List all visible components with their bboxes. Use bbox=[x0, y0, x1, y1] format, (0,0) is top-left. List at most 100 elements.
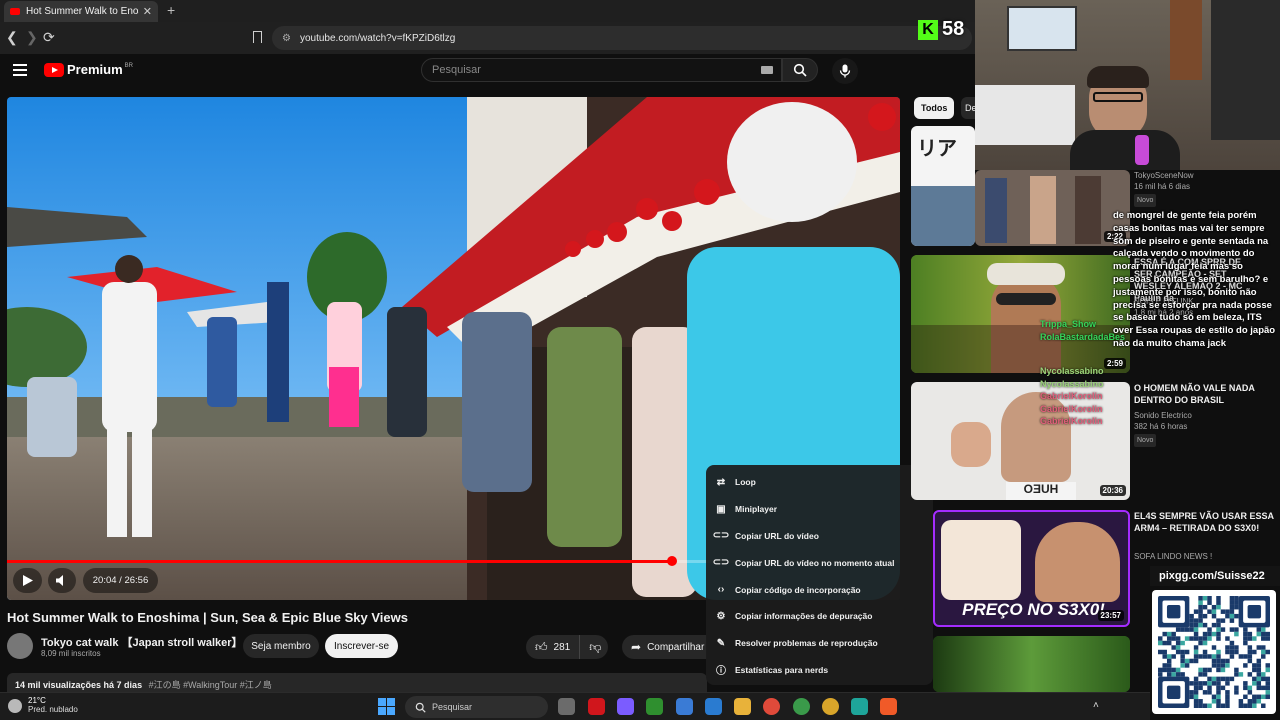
like-button[interactable]: 👍︎ 281 bbox=[526, 635, 579, 659]
context-menu-item[interactable]: ⊂⊃ Copiar URL do vídeo no momento atual bbox=[706, 549, 933, 576]
file-explorer-icon[interactable] bbox=[734, 698, 751, 715]
context-menu-label: Copiar informações de depuração bbox=[735, 611, 873, 622]
rec-thumbnail-5[interactable] bbox=[933, 636, 1130, 692]
miniplayer-icon: ▣ bbox=[716, 503, 726, 515]
keyboard-icon[interactable] bbox=[761, 66, 773, 74]
youtube-play-icon bbox=[44, 62, 64, 77]
chat-message-overlay: de mongrel de gente feia porém casas bon… bbox=[1113, 210, 1276, 349]
context-menu-item[interactable]: ⚙ Copiar informações de depuração bbox=[706, 603, 933, 630]
rec-title-3[interactable]: O HOMEM NÃO VALE NADA DENTRO DO BRASIL bbox=[1134, 382, 1274, 406]
task-view-icon[interactable] bbox=[558, 698, 575, 715]
app-icon-v[interactable] bbox=[617, 698, 634, 715]
rec-thumbnail-1[interactable]: リア bbox=[911, 126, 975, 246]
app-icon-teal[interactable] bbox=[851, 698, 868, 715]
dislike-button[interactable]: 👎︎ bbox=[579, 635, 610, 659]
context-menu-item[interactable]: ▣ Miniplayer bbox=[706, 496, 933, 523]
chrome-canary-icon[interactable] bbox=[822, 698, 839, 715]
browser-tab[interactable]: Hot Summer Walk to Enoshima | ✕ bbox=[4, 1, 158, 22]
rec-meta-1: TokyoSceneNow 16 mil há 6 dias Novo bbox=[1134, 170, 1194, 207]
search-placeholder: Pesquisar bbox=[432, 64, 481, 76]
cloud-icon bbox=[8, 698, 22, 713]
context-menu-item[interactable]: ⊂⊃ Copiar URL do vídeo bbox=[706, 523, 933, 550]
link-icon: ⊂⊃ bbox=[712, 530, 730, 542]
rec-title-4[interactable]: EL4S SEMPRE VÃO USAR ESSA ARM4 – RETIRAD… bbox=[1134, 510, 1274, 534]
chrome-icon[interactable] bbox=[763, 698, 780, 715]
subscriber-count: 8,09 mil inscritos bbox=[41, 649, 101, 658]
tab-title: Hot Summer Walk to Enoshima | bbox=[26, 6, 139, 17]
search-button[interactable] bbox=[782, 58, 818, 82]
rec-duration-3: 20:36 bbox=[1099, 485, 1126, 496]
chip-all[interactable]: Todos bbox=[914, 97, 955, 119]
start-icon[interactable] bbox=[378, 698, 395, 715]
progress-fill bbox=[7, 560, 673, 563]
window-app-icon[interactable] bbox=[705, 698, 722, 715]
rec-stats-3: 382 há 6 horas bbox=[1134, 422, 1188, 431]
volume-icon bbox=[56, 575, 63, 586]
browser-address-bar: ❮ ❯ ⟳ ⚙ youtube.com/watch?v=fKPZiD6tlzg bbox=[0, 22, 975, 54]
rec-channel-3: Sonido Electrico bbox=[1134, 411, 1192, 420]
context-menu-item[interactable]: ✎ Resolver problemas de reprodução bbox=[706, 630, 933, 657]
taskbar-search-label: Pesquisar bbox=[432, 702, 473, 712]
subscribe-button[interactable]: Inscrever-se bbox=[325, 634, 398, 658]
share-button[interactable]: ➦ Compartilhar bbox=[622, 635, 707, 659]
tray-chevron-icon[interactable]: ˄ bbox=[1093, 700, 1099, 711]
context-menu-label: Miniplayer bbox=[735, 504, 778, 515]
chat-username: Nycolassabino bbox=[1040, 378, 1104, 389]
channel-name[interactable]: Tokyo cat walk 【Japan stroll walker】 bbox=[41, 634, 243, 650]
logo-text: Premium bbox=[67, 62, 123, 77]
rec-thumbnail-4[interactable]: PREÇO NO S3X0! 23:57 bbox=[933, 510, 1130, 627]
chat-username: GabrielKorolin bbox=[1040, 416, 1103, 426]
join-button[interactable]: Seja membro bbox=[243, 634, 319, 658]
rec-meta-4: SOFA LINDO NEWS ! bbox=[1134, 551, 1212, 562]
channel-avatar[interactable] bbox=[7, 633, 33, 659]
context-menu-label: Loop bbox=[735, 477, 756, 488]
search-input[interactable]: Pesquisar bbox=[421, 58, 782, 82]
bookmark-icon[interactable] bbox=[253, 31, 262, 43]
calculator-icon[interactable] bbox=[676, 698, 693, 715]
description-box[interactable]: 14 mil visualizações há 7 dias #江の島 #Wal… bbox=[7, 673, 707, 693]
tab-close-icon[interactable]: ✕ bbox=[143, 5, 152, 18]
context-menu-item[interactable]: ⓘ Estatísticas para nerds bbox=[706, 657, 933, 684]
rec-thumbnail-1b[interactable]: 2:22 bbox=[975, 170, 1130, 246]
like-count: 281 bbox=[553, 641, 571, 653]
thumbs-down-icon: 👎︎ bbox=[589, 639, 602, 654]
chat-username: RolaBastardadaBes bbox=[1040, 331, 1126, 342]
play-icon bbox=[22, 575, 33, 586]
context-menu-label: Estatísticas para nerds bbox=[735, 664, 829, 675]
new-tab-icon[interactable]: + bbox=[167, 2, 175, 18]
weather-widget[interactable]: 21°C Pred. nublado bbox=[8, 696, 78, 715]
volume-button[interactable] bbox=[48, 568, 76, 593]
reload-icon[interactable]: ⟳ bbox=[43, 29, 55, 46]
pix-donation-label: pixgg.com/Suisse22 bbox=[1150, 566, 1280, 586]
voice-search-button[interactable] bbox=[832, 58, 858, 84]
share-label: Compartilhar bbox=[647, 641, 705, 653]
xbox-icon[interactable] bbox=[646, 698, 663, 715]
weather-desc: Pred. nublado bbox=[28, 705, 78, 714]
play-button[interactable] bbox=[13, 568, 42, 593]
youtube-app-icon[interactable] bbox=[588, 698, 605, 715]
context-menu-item[interactable]: ⇄ Loop bbox=[706, 469, 933, 496]
kick-logo-icon: K bbox=[918, 19, 938, 40]
search-icon bbox=[793, 63, 807, 77]
chrome-profile-icon[interactable] bbox=[793, 698, 810, 715]
taskbar-search[interactable]: Pesquisar bbox=[405, 696, 548, 718]
weather-temp: 21°C bbox=[28, 696, 46, 705]
chip-next[interactable]: De bbox=[961, 97, 975, 119]
rec-channel-4: SOFA LINDO NEWS ! bbox=[1134, 552, 1213, 561]
rec-meta-3: Sonido Electrico 382 há 6 horas Novo bbox=[1134, 410, 1192, 447]
context-menu-label: Resolver problemas de reprodução bbox=[735, 638, 878, 649]
forward-icon[interactable]: ❯ bbox=[26, 29, 38, 46]
site-info-icon[interactable]: ⚙ bbox=[282, 33, 291, 44]
kick-viewer-counter: K 58 bbox=[918, 18, 964, 41]
back-icon[interactable]: ❮ bbox=[6, 29, 18, 46]
youtube-logo[interactable]: Premium BR bbox=[44, 62, 133, 77]
like-dislike-group: 👍︎ 281 👎︎ bbox=[526, 635, 608, 659]
url-bar[interactable]: ⚙ youtube.com/watch?v=fKPZiD6tlzg bbox=[272, 26, 972, 50]
rec-stats-1: 16 mil há 6 dias bbox=[1134, 182, 1191, 191]
menu-icon[interactable] bbox=[13, 64, 27, 76]
youtube-favicon-icon bbox=[10, 8, 20, 15]
context-menu-item[interactable]: ‹› Copiar código de incorporação bbox=[706, 576, 933, 603]
pix-qr-code bbox=[1152, 590, 1276, 714]
brave-icon[interactable] bbox=[880, 698, 897, 715]
rec-badge-3: Novo bbox=[1134, 434, 1157, 447]
